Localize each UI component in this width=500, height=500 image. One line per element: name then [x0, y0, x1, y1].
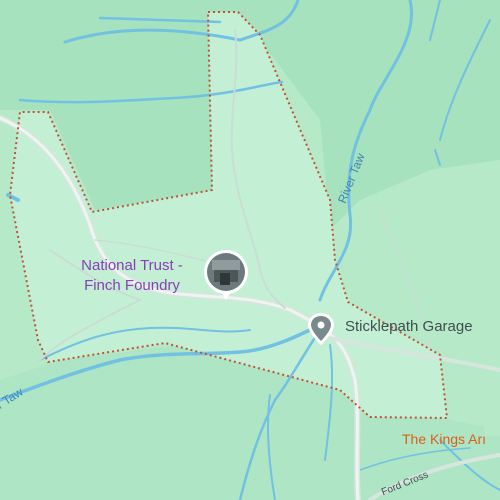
- pub-marker: [484, 420, 500, 436]
- place-label-line2: Finch Foundry: [84, 277, 180, 294]
- place-label-line1: National Trust -: [81, 257, 183, 274]
- garage-label[interactable]: Sticklepath Garage: [345, 318, 473, 335]
- map-canvas[interactable]: [0, 0, 500, 500]
- pub-label[interactable]: The Kings Arı: [402, 431, 486, 447]
- place-label-national-trust[interactable]: National Trust - Finch Foundry: [62, 256, 202, 296]
